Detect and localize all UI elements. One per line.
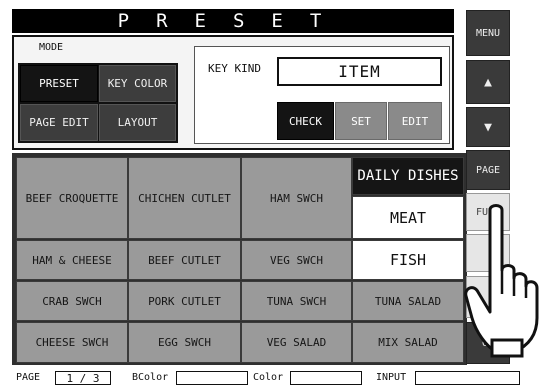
up-arrow-icon[interactable]: ▲	[466, 60, 510, 104]
preset-key-fish[interactable]: FISH	[352, 240, 464, 280]
page-button[interactable]: PAGE	[466, 150, 510, 190]
preset-key-ham-swch[interactable]: HAM SWCH	[241, 157, 352, 239]
input-label: INPUT	[376, 372, 407, 383]
preset-key-beef-croquette[interactable]: BEEF CROQUETTE	[16, 157, 128, 239]
layout-button[interactable]: LAYOUT	[99, 104, 176, 141]
screen-title: PRESET	[12, 9, 454, 33]
preset-key-ham-cheese[interactable]: HAM & CHEESE	[16, 240, 128, 280]
page-edit-button[interactable]: PAGE EDIT	[20, 104, 98, 141]
preset-key-chichen-cutlet[interactable]: CHICHEN CUTLET	[128, 157, 241, 239]
preset-key-daily-dishes[interactable]: DAILY DISHES	[352, 157, 464, 195]
preset-key-mix-salad[interactable]: MIX SALAD	[352, 322, 464, 363]
key-kind-label: KEY KIND	[208, 62, 261, 75]
preset-key-egg-swch[interactable]: EGG SWCH	[128, 322, 241, 363]
preset-key-veg-salad[interactable]: VEG SALAD	[241, 322, 352, 363]
bcolor-field	[176, 371, 248, 385]
menu-button[interactable]: MENU	[466, 10, 510, 56]
key-color-button[interactable]: KEY COLOR	[99, 65, 176, 102]
check-button[interactable]: CHECK	[277, 102, 334, 140]
preset-key-crab-swch[interactable]: CRAB SWCH	[16, 281, 128, 321]
page-label: PAGE	[16, 372, 41, 383]
preset-key-tuna-swch[interactable]: TUNA SWCH	[241, 281, 352, 321]
pointing-hand-icon	[464, 204, 539, 358]
color-label: Color	[253, 372, 284, 383]
page-indicator: 1 / 3	[55, 371, 111, 385]
edit-button[interactable]: EDIT	[388, 102, 442, 140]
preset-mode-button[interactable]: PRESET	[20, 65, 98, 102]
bcolor-label: BColor	[132, 372, 169, 383]
preset-key-veg-swch[interactable]: VEG SWCH	[241, 240, 352, 280]
key-kind-field[interactable]: ITEM	[277, 57, 442, 86]
color-field	[290, 371, 362, 385]
preset-key-meat[interactable]: MEAT	[352, 196, 464, 239]
preset-key-pork-cutlet[interactable]: PORK CUTLET	[128, 281, 241, 321]
preset-key-beef-cutlet[interactable]: BEEF CUTLET	[128, 240, 241, 280]
mode-label: MODE	[39, 42, 64, 53]
input-field[interactable]	[415, 371, 520, 385]
set-button[interactable]: SET	[335, 102, 387, 140]
down-arrow-icon[interactable]: ▼	[466, 107, 510, 147]
preset-key-cheese-swch[interactable]: CHEESE SWCH	[16, 322, 128, 363]
preset-key-tuna-salad[interactable]: TUNA SALAD	[352, 281, 464, 321]
